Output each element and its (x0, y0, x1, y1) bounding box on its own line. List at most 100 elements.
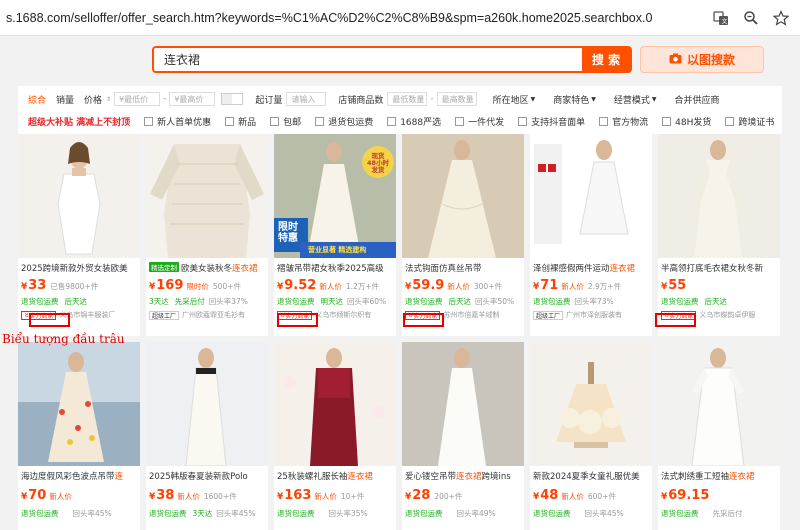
checkbox[interactable] (315, 116, 325, 126)
mode-filter[interactable]: 经营模式 ▼ (614, 93, 657, 106)
filter-strict[interactable]: 1688严选 (387, 115, 441, 128)
subsidy-banner[interactable]: 超级大补贴 满减上不封顶 (28, 115, 130, 128)
checkbox[interactable] (387, 116, 397, 126)
checkbox[interactable] (725, 116, 735, 126)
min-qty-input[interactable]: 最低数量 (387, 92, 428, 106)
product-title[interactable]: 法式钩面仿真丝吊带 (405, 262, 523, 274)
search-box: 搜 索 (152, 46, 632, 73)
sort-price[interactable]: 价格 (84, 93, 102, 106)
merchant-filter[interactable]: 商家特色 ▼ (553, 93, 596, 106)
product-image[interactable] (146, 134, 268, 258)
product-image[interactable] (146, 342, 268, 466)
product-card[interactable]: 爱心镂空吊带连衣裙跨境ins ¥28 200+件 退货包运费 回头率49% (402, 342, 524, 530)
checkbox[interactable] (599, 116, 609, 126)
product-title[interactable]: 半高领打底毛衣裙女秋冬新 (661, 262, 779, 274)
product-image[interactable] (658, 134, 780, 258)
product-services: 3天达 先采后付 回头率37% (149, 297, 248, 306)
product-card[interactable]: 2025韩版春夏装新款Polo ¥38 新人价 1600+件 退货包运费 3天达 回头率… (146, 342, 268, 530)
filter-dropship[interactable]: 一件代发 (455, 115, 504, 128)
product-card[interactable]: 海边度假风彩色波点吊带连 ¥70 新人价 退货包运费 回头率45% (18, 342, 140, 530)
product-image[interactable] (658, 342, 780, 466)
product-image[interactable] (274, 342, 396, 466)
product-card[interactable]: 法式刺绣重工短袖连衣裙 ¥69.15 退货包运费 先采后付 (658, 342, 780, 530)
sort-sales[interactable]: 销量 (56, 93, 74, 106)
search-button[interactable]: 搜 索 (582, 48, 630, 71)
merge-supplier-toggle[interactable]: 合并供应商 (675, 93, 720, 106)
product-title[interactable]: 精选定制 欧美女装秋冬连衣裙 (149, 262, 267, 274)
filter-official-logistics[interactable]: 官方物流 (599, 115, 648, 128)
price-sort-icon: ⇕ (106, 95, 112, 103)
filter-new[interactable]: 新品 (225, 115, 256, 128)
product-image[interactable] (18, 342, 140, 466)
product-card[interactable]: 泽创裸感假两件运动连衣裙 ¥71 新人价 2.9万+件 退货包运费 回头率73% 超级… (530, 134, 652, 336)
product-card[interactable]: 新款2024夏季女童礼服优美 ¥48 新人价 600+件 退货包运费 回头率45% (530, 342, 652, 530)
filter-new-user[interactable]: 新人首单优惠 (144, 115, 211, 128)
checkbox[interactable] (144, 116, 154, 126)
product-image[interactable] (402, 342, 524, 466)
product-shop[interactable]: 超级工厂 广州欧蔻霏亚毛衫有 (149, 310, 267, 320)
checkbox[interactable] (270, 116, 280, 126)
page-body: 搜 索 以图搜款 综合 销量 价格 ⇕ ¥最低价 - ¥最高价 起订量 请输入 … (0, 36, 800, 530)
product-title[interactable]: 2025跨境新款外贸女装欧美 (21, 262, 139, 274)
star-icon[interactable] (770, 7, 792, 29)
product-price: ¥9.52 新人价 1.2万+件 (277, 278, 380, 293)
url-text[interactable]: s.1688.com/selloffer/offer_search.htm?ke… (0, 11, 710, 25)
product-price: ¥163 新人价 10+件 (277, 488, 365, 503)
product-title[interactable]: 爱心镂空吊带连衣裙跨境ins (405, 470, 523, 482)
badge-highlight-box (655, 313, 696, 327)
product-services: 退货包运费 回头率49% (405, 509, 496, 518)
moq-input[interactable]: 请输入 (286, 92, 327, 106)
filter-row-2: 超级大补贴 满减上不封顶 新人首单优惠 新品 包邮 退货包运费 1688严选 一… (28, 110, 778, 132)
product-title[interactable]: 法式刺绣重工短袖连衣裙 (661, 470, 779, 482)
translate-icon[interactable]: 文 (710, 7, 732, 29)
product-image[interactable]: 限时 特惠 现货 48小时 发货 营业显著 精选建构 (274, 134, 396, 258)
filter-free-ship[interactable]: 包邮 (270, 115, 301, 128)
product-card[interactable]: 2025跨境新款外贸女装欧美 ¥33 已售9800+件 退货包运费 后天达 ♉ 实力商… (18, 134, 140, 336)
filter-48h[interactable]: 48H发货 (662, 115, 711, 128)
product-card[interactable]: 半高领打底毛衣裙女秋冬新 ¥55 退货包运费 后天达 ♉ 实力商家 义乌市蝶韵卓伊服 (658, 134, 780, 336)
image-search-button[interactable]: 以图搜款 (640, 46, 764, 73)
location-filter[interactable]: 所在地区 ▼ (493, 93, 536, 106)
checkbox[interactable] (518, 116, 528, 126)
price-max-input[interactable]: ¥最高价 (169, 92, 216, 106)
zoom-icon[interactable] (740, 7, 762, 29)
product-card[interactable]: 25秋装螺礼服长袖连衣裙 ¥163 新人价 10+件 退货包运费 回头率35% (274, 342, 396, 530)
product-card[interactable]: 精选定制 欧美女装秋冬连衣裙 ¥169 限时价 500+件 3天达 先采后付 回头率37%… (146, 134, 268, 336)
checkbox[interactable] (225, 116, 235, 126)
product-title[interactable]: 泽创裸感假两件运动连衣裙 (533, 262, 651, 274)
product-services: 退货包运费 回头率73% (533, 297, 614, 306)
product-price: ¥69.15 (661, 488, 710, 503)
moq-label: 起订量 (255, 95, 283, 106)
image-search-label: 以图搜款 (686, 53, 735, 67)
product-shop[interactable]: 超级工厂 广州市泽创服装有 (533, 310, 651, 320)
product-image[interactable] (530, 342, 652, 466)
address-bar[interactable]: s.1688.com/selloffer/offer_search.htm?ke… (0, 0, 800, 36)
max-qty-input[interactable]: 最高数量 (436, 92, 477, 106)
product-image[interactable] (402, 134, 524, 258)
svg-text:文: 文 (722, 17, 728, 25)
product-card[interactable]: 限时 特惠 现货 48小时 发货 营业显著 精选建构 褶皱吊带裙女秋季2025高… (274, 134, 396, 336)
checkbox[interactable] (662, 116, 672, 126)
filter-cross-border[interactable]: 跨境证书 (725, 115, 774, 128)
shop-goods-label: 店铺商品数 (338, 95, 384, 106)
product-title[interactable]: 新款2024夏季女童礼服优美 (533, 470, 651, 482)
price-min-input[interactable]: ¥最低价 (114, 92, 161, 106)
product-services: 退货包运费 后天达 (21, 297, 87, 306)
price-range-icon[interactable] (221, 93, 244, 105)
product-image[interactable] (18, 134, 140, 258)
sort-default[interactable]: 综合 (28, 93, 46, 106)
product-title[interactable]: 2025韩版春夏装新款Polo (149, 470, 267, 482)
product-title[interactable]: 褶皱吊带裙女秋季2025高级 (277, 262, 395, 274)
product-title[interactable]: 海边度假风彩色波点吊带连 (21, 470, 139, 482)
filter-row-1: 综合 销量 价格 ⇕ ¥最低价 - ¥最高价 起订量 请输入 店铺商品数 最低数… (28, 92, 720, 106)
checkbox[interactable] (455, 116, 465, 126)
filter-douyin[interactable]: 支持抖音面单 (518, 115, 585, 128)
product-price: ¥33 已售9800+件 (21, 278, 99, 293)
product-image[interactable] (530, 134, 652, 258)
product-card[interactable]: 法式钩面仿真丝吊带 ¥59.9 新人价 300+件 退货包运费 后天达 回头率50% ♉… (402, 134, 524, 336)
product-price: ¥28 200+件 (405, 488, 463, 503)
search-input[interactable] (154, 48, 582, 71)
product-price: ¥169 限时价 500+件 (149, 278, 242, 293)
filter-return-ship[interactable]: 退货包运费 (315, 115, 373, 128)
product-title[interactable]: 25秋装螺礼服长袖连衣裙 (277, 470, 395, 482)
